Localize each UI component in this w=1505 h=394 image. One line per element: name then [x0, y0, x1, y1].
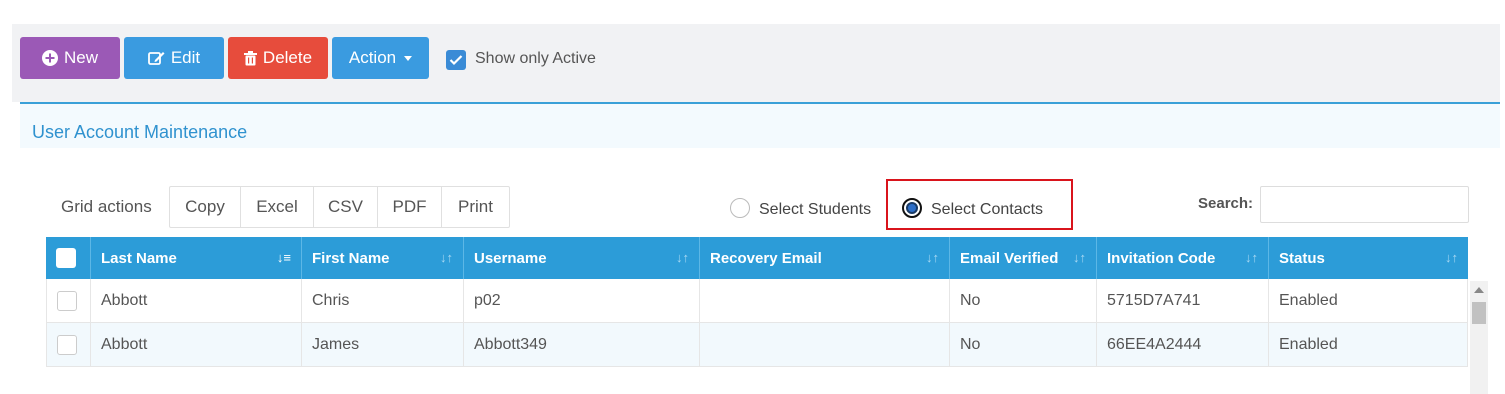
scrollbar-thumb[interactable] [1472, 302, 1486, 324]
pdf-button[interactable]: PDF [378, 187, 442, 227]
sort-icon: ↓↑ [1445, 250, 1458, 265]
scroll-up-arrow-icon[interactable] [1474, 287, 1484, 293]
col-invitation-code[interactable]: Invitation Code ↓↑ [1097, 237, 1269, 279]
sort-ascending-icon: ↓≡ [276, 250, 291, 265]
print-button[interactable]: Print [442, 187, 509, 227]
col-username[interactable]: Username ↓↑ [464, 237, 700, 279]
col-first-name-label: First Name [312, 249, 390, 267]
grid-actions-label: Grid actions [61, 197, 152, 216]
table-header: Last Name ↓≡ First Name ↓↑ Username ↓↑ R… [46, 237, 1468, 279]
sort-icon: ↓↑ [926, 250, 939, 265]
col-last-name-label: Last Name [101, 249, 177, 267]
col-invitation-code-label: Invitation Code [1107, 249, 1216, 267]
table-scrollbar[interactable] [1470, 281, 1488, 394]
col-recovery-email[interactable]: Recovery Email ↓↑ [700, 237, 950, 279]
row-select-cell [46, 279, 91, 323]
action-button-label: Action [348, 48, 397, 67]
col-email-verified[interactable]: Email Verified ↓↑ [950, 237, 1097, 279]
copy-button[interactable]: Copy [170, 187, 241, 227]
csv-button[interactable]: CSV [314, 187, 378, 227]
col-email-verified-label: Email Verified [960, 249, 1059, 267]
select-all-checkbox[interactable] [56, 248, 76, 268]
cell-first-name: Chris [302, 279, 464, 323]
user-accounts-table: Last Name ↓≡ First Name ↓↑ Username ↓↑ R… [46, 237, 1468, 367]
select-contacts-label: Select Contacts [931, 201, 1044, 218]
cell-email-verified: No [950, 323, 1097, 367]
row-checkbox[interactable] [57, 291, 77, 311]
table-row[interactable]: Abbott Chris p02 No 5715D7A741 Enabled [46, 279, 1468, 323]
new-button-label: New [63, 48, 98, 67]
edit-icon [147, 52, 165, 65]
cell-recovery-email [700, 323, 950, 367]
checkmark-icon [449, 55, 463, 66]
panel-header: User Account Maintenance [20, 102, 1500, 148]
select-contacts-radio[interactable] [902, 198, 922, 218]
table-row[interactable]: Abbott James Abbott349 No 66EE4A2444 Ena… [46, 323, 1468, 367]
excel-button[interactable]: Excel [241, 187, 314, 227]
search-input[interactable] [1260, 186, 1469, 223]
cell-status: Enabled [1269, 323, 1468, 367]
sort-icon: ↓↑ [440, 250, 453, 265]
cell-username: Abbott349 [464, 323, 700, 367]
col-username-label: Username [474, 249, 547, 267]
cell-last-name: Abbott [91, 279, 302, 323]
sort-icon: ↓↑ [1073, 250, 1086, 265]
edit-button[interactable]: Edit [124, 37, 224, 79]
grid-actions-group: Copy Excel CSV PDF Print [169, 186, 510, 228]
panel-title: User Account Maintenance [32, 122, 248, 142]
show-active-label: Show only Active [475, 50, 596, 67]
col-last-name[interactable]: Last Name ↓≡ [91, 237, 302, 279]
cell-invitation-code: 66EE4A2444 [1097, 323, 1269, 367]
select-all-header [46, 237, 91, 279]
row-select-cell [46, 323, 91, 367]
radio-selected-dot [906, 202, 918, 214]
cell-recovery-email [700, 279, 950, 323]
caret-down-icon [404, 55, 413, 61]
plus-circle-icon [41, 50, 58, 66]
select-students-label: Select Students [759, 201, 872, 218]
search-label: Search: [1198, 195, 1254, 212]
sort-icon: ↓↑ [676, 250, 689, 265]
edit-button-label: Edit [170, 48, 201, 67]
select-students-radio[interactable] [730, 198, 750, 218]
delete-button-label: Delete [262, 48, 313, 67]
cell-invitation-code: 5715D7A741 [1097, 279, 1269, 323]
cell-username: p02 [464, 279, 700, 323]
col-status[interactable]: Status ↓↑ [1269, 237, 1468, 279]
delete-button[interactable]: Delete [228, 37, 328, 79]
col-recovery-email-label: Recovery Email [710, 249, 822, 267]
toolbar: New Edit Delete Action Show only Active [12, 24, 1500, 102]
cell-last-name: Abbott [91, 323, 302, 367]
col-status-label: Status [1279, 249, 1325, 267]
trash-icon [243, 50, 257, 65]
cell-email-verified: No [950, 279, 1097, 323]
cell-first-name: James [302, 323, 464, 367]
row-checkbox[interactable] [57, 335, 77, 355]
action-dropdown-button[interactable]: Action [332, 37, 429, 79]
show-active-checkbox[interactable] [446, 50, 466, 70]
cell-status: Enabled [1269, 279, 1468, 323]
col-first-name[interactable]: First Name ↓↑ [302, 237, 464, 279]
new-button[interactable]: New [20, 37, 120, 79]
sort-icon: ↓↑ [1245, 250, 1258, 265]
